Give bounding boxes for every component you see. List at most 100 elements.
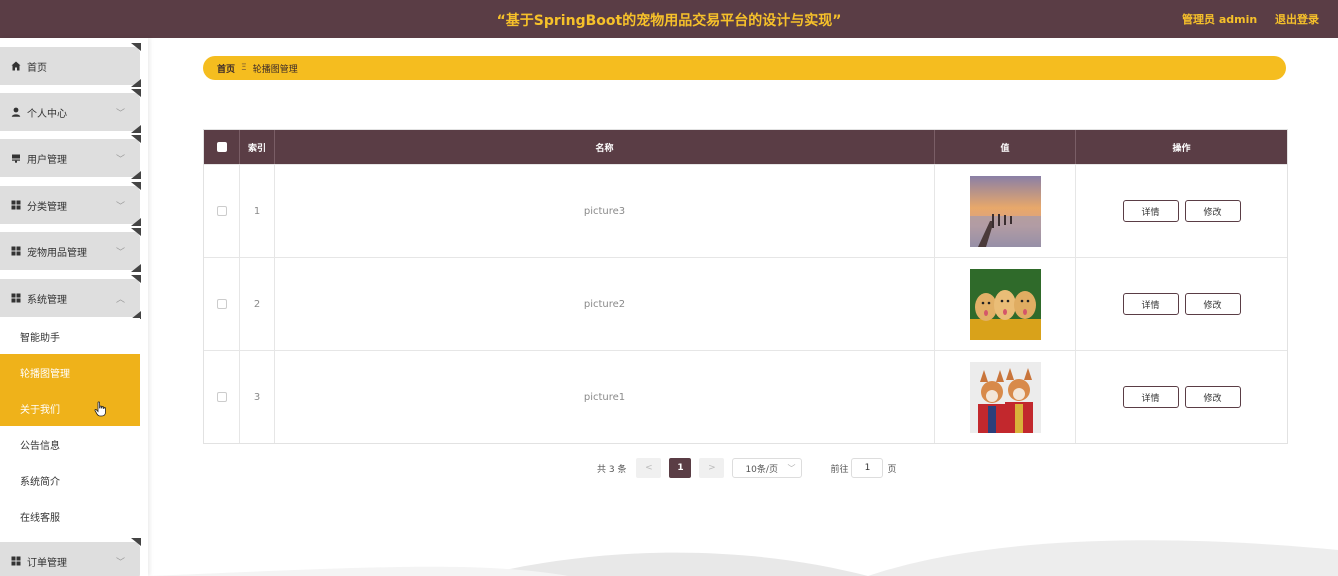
chevron-up-icon: ︿: [116, 295, 126, 305]
sidebar-item-label: 用户管理: [27, 154, 67, 166]
sidebar-subitem-label: 关于我们: [20, 404, 60, 416]
grid-icon: [11, 246, 21, 256]
row-value-cell: [935, 165, 1076, 257]
row-index: 2: [240, 258, 275, 350]
sidebar-item-label: 系统管理: [27, 294, 67, 306]
row-name: picture3: [275, 165, 935, 257]
sidebar-subitem-service[interactable]: 在线客服: [0, 498, 140, 534]
sidebar-item-personal[interactable]: 个人中心 ﹀: [0, 89, 141, 133]
corner-decoration: [131, 79, 141, 87]
sidebar-subitem-assistant[interactable]: 智能助手: [0, 318, 140, 354]
grid-icon: [11, 556, 21, 566]
goto-label: 前往: [830, 464, 849, 475]
golden-retriever-puppies-photo[interactable]: [969, 268, 1041, 340]
sidebar-item-label: 个人中心: [27, 108, 67, 120]
corner-decoration: [131, 218, 141, 226]
page-size-select[interactable]: 10条/页 ﹀: [732, 458, 803, 478]
chevron-down-icon: ﹀: [787, 463, 796, 473]
sidebar-item-system[interactable]: 系统管理 ︿: [0, 275, 141, 319]
chevron-down-icon: ﹀: [116, 558, 126, 568]
person-icon: [11, 107, 21, 117]
corner-decoration: [131, 264, 141, 272]
pagination-total: 共 3 条: [597, 464, 627, 475]
sidebar-item-home[interactable]: 首页: [0, 43, 141, 87]
current-page-button[interactable]: 1: [669, 458, 692, 478]
corner-decoration: [131, 135, 141, 143]
sidebar: 首页 个人中心 ﹀ 用户管理 ﹀ 分类管理 ﹀ 宠物用品管理 ﹀ 系统管理 ︿ …: [0, 38, 148, 576]
corner-decoration: [131, 89, 141, 97]
detail-button[interactable]: 详情: [1122, 386, 1179, 408]
header-actions: 操作: [1172, 143, 1191, 154]
sidebar-item-label: 宠物用品管理: [27, 247, 87, 259]
carousel-table: 索引 名称 值 操作 1 picture3 详情 修改 2 picture2 详…: [203, 129, 1288, 444]
row-name: picture2: [275, 258, 935, 350]
home-icon: [11, 61, 21, 71]
row-checkbox[interactable]: [216, 392, 227, 402]
sidebar-item-label: 首页: [27, 62, 47, 74]
breadcrumb-current: 轮播图管理: [252, 64, 298, 75]
corner-decoration: [131, 228, 141, 236]
table-row: 3 picture1 详情 修改: [204, 350, 1287, 443]
row-value-cell: [935, 258, 1076, 350]
row-actions: 详情 修改: [1076, 258, 1287, 350]
header-value: 值: [935, 130, 1076, 164]
header-name: 名称: [275, 130, 935, 164]
next-page-button[interactable]: >: [699, 458, 725, 478]
breadcrumb-home[interactable]: 首页: [217, 62, 235, 75]
detail-button[interactable]: 详情: [1122, 200, 1179, 222]
sidebar-subitem-about[interactable]: 关于我们: [0, 390, 140, 426]
corner-decoration: [131, 538, 141, 546]
corner-decoration: [131, 125, 141, 133]
sidebar-subitem-carousel[interactable]: 轮播图管理: [0, 354, 140, 390]
edit-button[interactable]: 修改: [1184, 293, 1241, 315]
logout-link[interactable]: 退出登录: [1275, 11, 1319, 27]
hand-cursor-icon: [94, 401, 108, 420]
grid-icon: [11, 200, 21, 210]
detail-button[interactable]: 详情: [1122, 293, 1179, 315]
chevron-down-icon: ﹀: [116, 248, 126, 258]
row-name: picture1: [275, 351, 935, 443]
select-all-checkbox[interactable]: [216, 142, 227, 152]
row-checkbox[interactable]: [216, 299, 227, 309]
sidebar-item-pet-supplies[interactable]: 宠物用品管理 ﹀: [0, 228, 141, 272]
edit-button[interactable]: 修改: [1184, 386, 1241, 408]
row-checkbox-cell: [204, 258, 240, 350]
goto-page-input[interactable]: 1: [851, 458, 884, 478]
corner-decoration: [131, 182, 141, 190]
decorative-wave: [148, 540, 1338, 576]
sidebar-item-label: 订单管理: [27, 557, 67, 569]
row-value-cell: [935, 351, 1076, 443]
app-title: “基于SpringBoot的宠物用品交易平台的设计与实现”: [496, 13, 842, 29]
header-index: 索引: [240, 130, 275, 164]
table-row: 2 picture2 详情 修改: [204, 257, 1287, 350]
corgi-dogs-photo[interactable]: [969, 361, 1041, 433]
sidebar-item-label: 分类管理: [27, 201, 67, 213]
admin-user-label: 管理员 admin: [1182, 13, 1258, 26]
sidebar-item-orders[interactable]: 订单管理 ﹀: [0, 538, 141, 576]
sidebar-subitem-intro[interactable]: 系统简介: [0, 462, 140, 498]
row-actions: 详情 修改: [1076, 165, 1287, 257]
edit-button[interactable]: 修改: [1184, 200, 1241, 222]
breadcrumb: 首页 Ξ 轮播图管理: [203, 56, 1286, 80]
table-header: 索引 名称 值 操作: [204, 130, 1287, 164]
corner-decoration: [131, 43, 141, 51]
sunset-pier-photo[interactable]: [969, 175, 1041, 247]
chevron-down-icon: ﹀: [116, 202, 126, 212]
user-manage-icon: [11, 153, 21, 163]
row-index: 3: [240, 351, 275, 443]
chevron-down-icon: ﹀: [116, 109, 126, 119]
table-row: 1 picture3 详情 修改: [204, 164, 1287, 257]
chevron-down-icon: ﹀: [116, 155, 126, 165]
sidebar-subitem-notice[interactable]: 公告信息: [0, 426, 140, 462]
row-checkbox[interactable]: [216, 206, 227, 216]
prev-page-button[interactable]: <: [636, 458, 662, 478]
row-actions: 详情 修改: [1076, 351, 1287, 443]
sidebar-item-category[interactable]: 分类管理 ﹀: [0, 182, 141, 226]
corner-decoration: [131, 275, 141, 283]
corner-decoration: [131, 171, 141, 179]
sidebar-item-users[interactable]: 用户管理 ﹀: [0, 135, 141, 179]
header-checkbox-cell: [204, 130, 240, 164]
top-header: “基于SpringBoot的宠物用品交易平台的设计与实现” 管理员 admin …: [0, 0, 1338, 38]
breadcrumb-separator-icon: Ξ: [241, 63, 247, 73]
grid-icon: [11, 293, 21, 303]
